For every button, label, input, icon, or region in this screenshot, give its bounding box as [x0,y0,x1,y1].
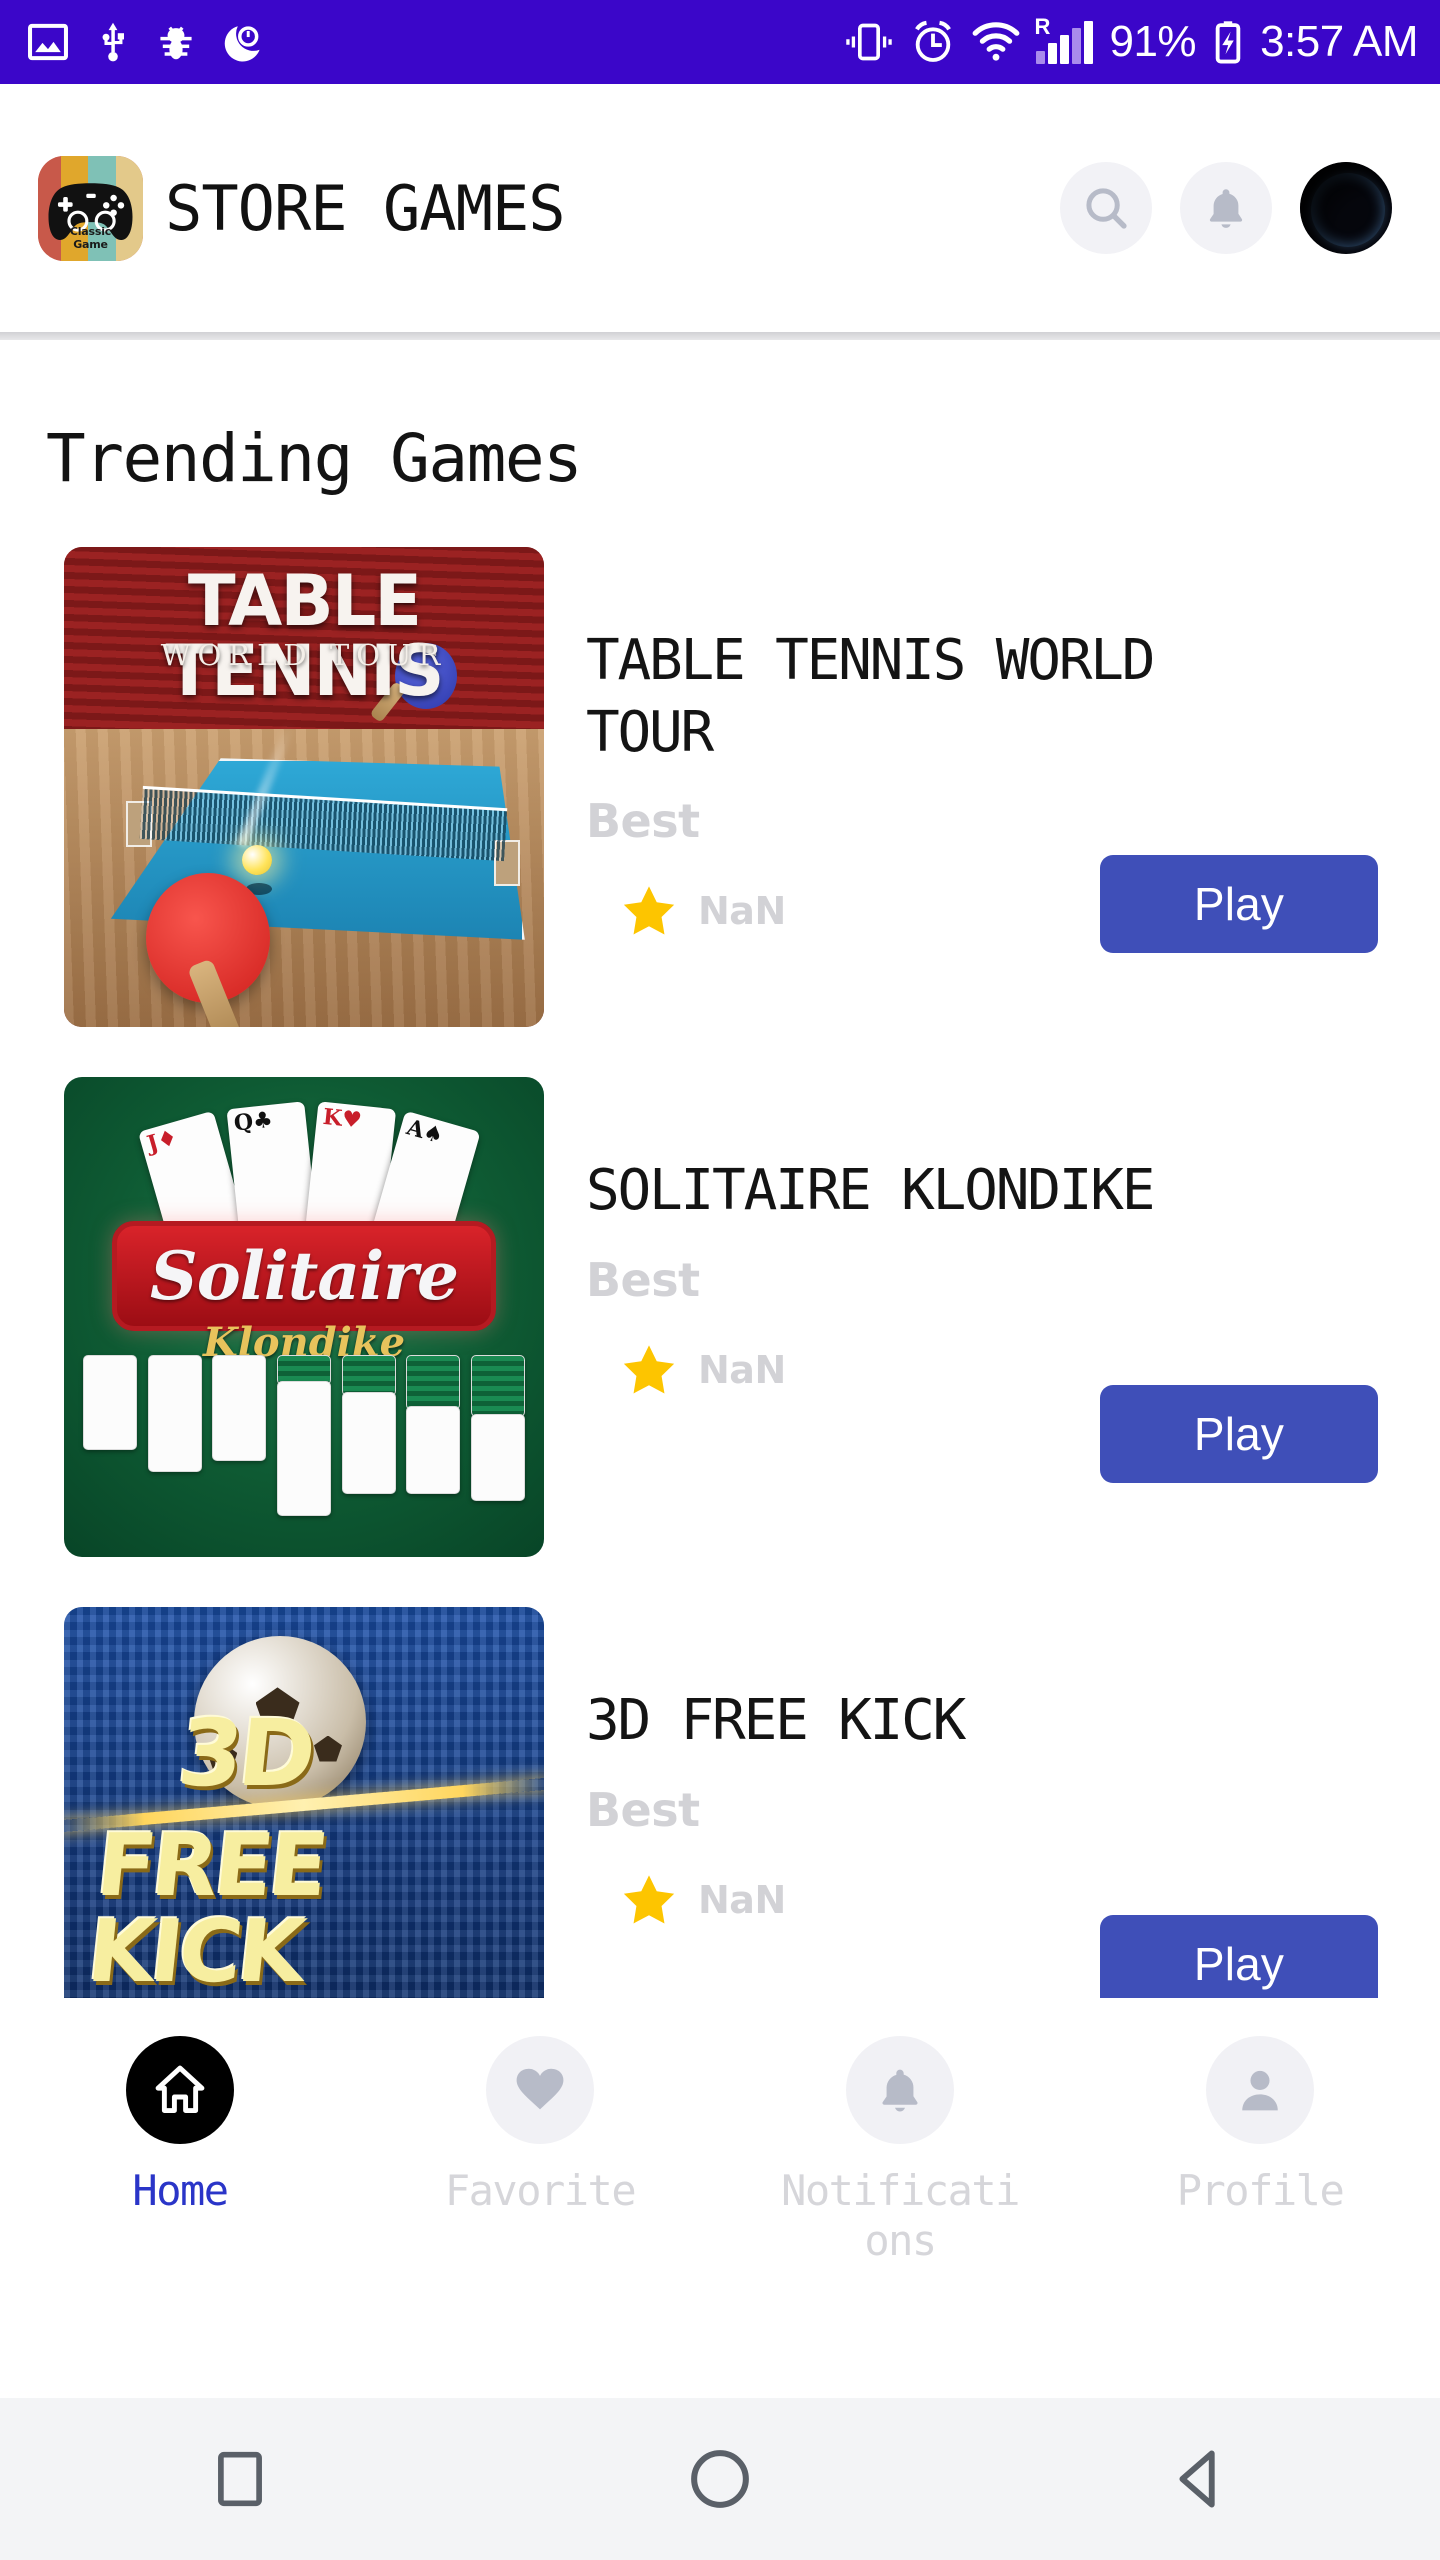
thumbnail-subtitle: WORLD TOUR [160,638,448,673]
game-card-body: TABLE TENNIS WORLD TOUR Best NaN Play [544,547,1440,1027]
star-icon [623,1875,675,1924]
nav-item-home[interactable]: Home [0,2036,360,2216]
battery-charging-icon [1215,21,1241,64]
game-subtitle: Best [586,794,700,849]
signal-icon: R [1034,16,1094,64]
game-card[interactable]: J♦ Q♣ K♥ A♠ Solitaire Klondike SOLITAIRE… [0,1077,1440,1557]
avatar[interactable] [1300,162,1392,254]
nav-label-notifications: Notifications [781,2166,1020,2265]
section-title-trending: Trending Games [46,420,583,497]
play-button[interactable]: Play [1100,1385,1378,1483]
solitaire-klondike-thumbnail[interactable]: J♦ Q♣ K♥ A♠ Solitaire Klondike [64,1077,544,1557]
logo-text-line2: Game [73,237,108,251]
battery-percent-label: 91% [1109,17,1197,66]
app-screen: R 91% 3:57 AM Classic Game STORE GAMES T… [0,0,1440,2560]
thumbnail-title: Solitaire [150,1237,459,1316]
status-bar: R 91% 3:57 AM [0,0,1440,84]
bell-icon [882,2069,918,2112]
app-header: Classic Game STORE GAMES [0,84,1440,332]
thumbnail-subtitle: FREE KICK [83,1816,330,1998]
game-subtitle: Best [586,1252,700,1307]
wifi-icon [973,22,1020,61]
home-icon [155,2065,205,2113]
play-button[interactable]: Play [1100,1915,1378,1998]
nav-label-favorite: Favorite [444,2166,637,2215]
avatar-shading [1300,162,1392,254]
nav-label-profile: Profile [1176,2166,1345,2215]
home-button[interactable] [640,2399,800,2559]
logo-text: Classic Game [38,224,143,252]
game-title: TABLE TENNIS WORLD TOUR [586,628,1155,765]
home-icon-background [126,2036,234,2144]
person-icon-background [1206,2036,1314,2144]
back-button[interactable] [1120,2399,1280,2559]
image-icon [28,23,68,61]
circle-icon [691,2450,749,2508]
bug-icon [160,26,192,60]
classic-game-logo: Classic Game [38,155,143,261]
search-button[interactable] [1060,162,1152,254]
nav-item-profile[interactable]: Profile [1080,2036,1440,2216]
game-title: 3D FREE KICK [586,1688,966,1753]
game-subtitle: Best [586,1782,700,1837]
usb-icon [102,22,124,62]
table-tennis-world-tour-thumbnail[interactable]: TABLE TENNIS WORLD TOUR [64,547,544,1027]
thumbnail-title: 3D [173,1699,318,1807]
rating-value: NaN [698,889,786,934]
clock-label: 3:57 AM [1260,17,1418,66]
3d-free-kick-thumbnail[interactable]: 3D FREE KICK [64,1607,544,1998]
roaming-label: R [1034,14,1051,39]
vibrate-icon [846,23,893,61]
rating-value: NaN [698,1347,786,1392]
rating-value: NaN [698,1877,786,1922]
bell-icon [1209,189,1243,228]
recents-button[interactable] [160,2399,320,2559]
alarm-icon [915,20,952,62]
status-bar-right-icons: R 91% 3:57 AM [844,16,1418,66]
bell-icon-background [846,2036,954,2144]
search-icon [1086,188,1127,229]
nav-label-home: Home [132,2166,229,2215]
android-system-nav [0,2398,1440,2560]
header-actions [1060,162,1392,254]
nav-item-notifications[interactable]: Notifications [720,2036,1080,2265]
main-content: Trending Games TABLE TENNIS WORLD TOUR T… [0,340,1440,1998]
do-not-disturb-icon [224,26,260,62]
game-title: SOLITAIRE KLONDIKE [586,1158,1155,1223]
bottom-navigation-bar: Home Favorite Notifications Profile [0,1998,1440,2398]
star-icon [623,1345,675,1394]
heart-icon [516,2068,564,2110]
game-card-body: 3D FREE KICK Best NaN Play [544,1607,1440,1998]
thumbnail-title: TABLE TENNIS [165,560,444,713]
square-icon [218,2451,262,2507]
notifications-button[interactable] [1180,162,1272,254]
play-button[interactable]: Play [1100,855,1378,953]
game-card[interactable]: TABLE TENNIS WORLD TOUR TABLE TENNIS WOR… [0,547,1440,1027]
logo-text-line1: Classic [69,224,112,238]
game-card-body: SOLITAIRE KLONDIKE Best NaN Play [544,1077,1440,1557]
nav-item-favorite[interactable]: Favorite [360,2036,720,2216]
heart-icon-background [486,2036,594,2144]
triangle-left-icon [1179,2450,1215,2508]
status-bar-left-icons [26,20,266,64]
star-icon [623,886,675,935]
person-icon [1242,2070,1278,2111]
page-title: STORE GAMES [165,171,566,245]
game-card[interactable]: 3D FREE KICK 3D FREE KICK Best NaN Play [0,1607,1440,1998]
